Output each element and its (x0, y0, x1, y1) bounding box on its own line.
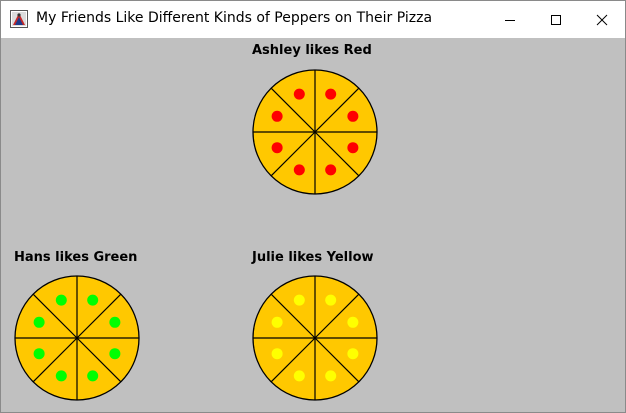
pizza-julie (252, 275, 378, 401)
friend-label-hans: Hans likes Green (14, 250, 138, 265)
pepper (55, 370, 67, 382)
pepper (33, 348, 45, 360)
pepper (271, 110, 283, 122)
app-window: My Friends Like Different Kinds of Peppe… (0, 0, 626, 413)
title-bar[interactable]: My Friends Like Different Kinds of Peppe… (1, 1, 625, 38)
java-app-icon[interactable] (10, 10, 28, 28)
pepper (347, 348, 359, 360)
maximize-icon (551, 14, 561, 25)
pepper (325, 164, 337, 176)
window-title: My Friends Like Different Kinds of Peppe… (36, 10, 433, 26)
pepper (293, 164, 305, 176)
close-button[interactable] (579, 1, 625, 38)
pepper (271, 142, 283, 154)
maximize-button[interactable] (533, 1, 579, 38)
pepper (325, 370, 337, 382)
pizza-hans (14, 275, 140, 401)
pepper (325, 88, 337, 100)
pepper (347, 316, 359, 328)
pepper (271, 316, 283, 328)
minimize-button[interactable] (487, 1, 533, 38)
pepper (293, 370, 305, 382)
pizza-ashley (252, 69, 378, 195)
pepper (87, 294, 99, 306)
pepper (33, 316, 45, 328)
pepper (55, 294, 67, 306)
close-icon (596, 14, 608, 25)
pepper (87, 370, 99, 382)
pepper (109, 316, 121, 328)
pizza-panel: Ashley likes Red Hans likes Green Julie … (1, 38, 625, 412)
minimize-icon (505, 19, 515, 21)
pepper (271, 348, 283, 360)
pepper (347, 142, 359, 154)
friend-label-ashley: Ashley likes Red (252, 43, 372, 58)
friend-label-julie: Julie likes Yellow (252, 250, 374, 265)
pepper (325, 294, 337, 306)
pepper (293, 294, 305, 306)
pepper (293, 88, 305, 100)
pepper (347, 110, 359, 122)
pepper (109, 348, 121, 360)
